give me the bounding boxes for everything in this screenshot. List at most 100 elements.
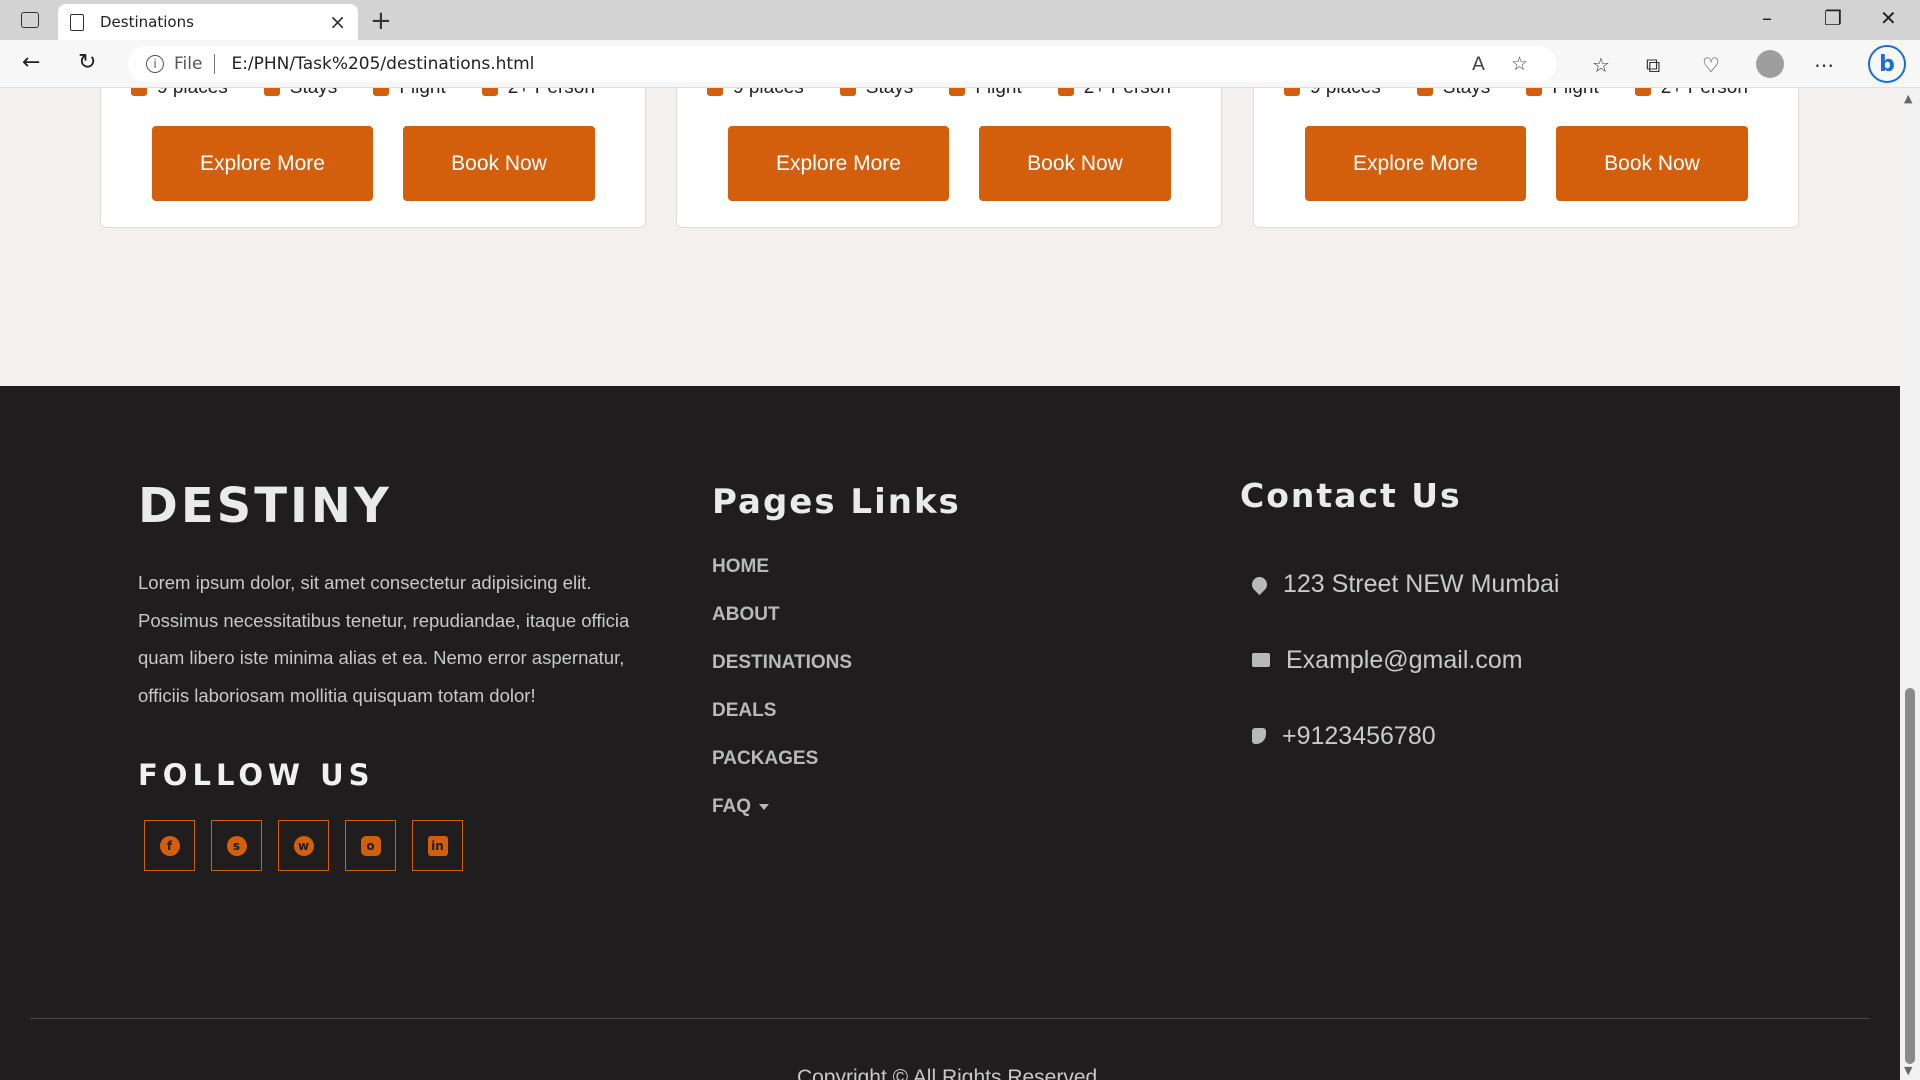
people-icon [1057,88,1074,96]
collections-icon[interactable]: ⧉ [1646,53,1660,77]
map-icon [707,88,723,96]
close-window-button[interactable]: ✕ [1880,6,1897,30]
scroll-up-arrow-icon[interactable]: ▲ [1904,92,1912,105]
destination-card: 9 places Stays Flight 2+ Person Explore … [1253,88,1799,228]
favorite-star-icon[interactable]: ☆ [1511,53,1528,75]
places-label: 9 places [1310,88,1381,99]
person-label: 2+ Person [508,88,595,99]
page-links-heading: Pages Links [712,482,961,522]
footer-link-about[interactable]: ABOUT [712,604,852,652]
scroll-down-arrow-icon[interactable]: ▼ [1904,1064,1912,1077]
stays-info: Stays [839,88,914,99]
explore-more-button[interactable]: Explore More [152,126,373,201]
snapchat-link[interactable]: s [211,820,262,871]
plane-icon [373,88,390,96]
destination-cards-section: 9 places Stays Flight 2+ Person Explore … [0,88,1900,386]
person-label: 2+ Person [1084,88,1171,99]
facebook-link[interactable]: f [144,820,195,871]
tab-title: Destinations [100,13,194,31]
page-icon [70,13,84,31]
book-now-button[interactable]: Book Now [979,126,1171,201]
whatsapp-link[interactable]: w [278,820,329,871]
profile-avatar[interactable] [1756,50,1784,78]
file-label: File [174,54,203,74]
envelope-icon [1252,653,1270,667]
flight-label: Flight [399,88,445,99]
flight-label: Flight [1552,88,1598,99]
stays-info: Stays [1416,88,1491,99]
card-meta: 9 places Stays Flight 2+ Person [707,88,1171,99]
site-info-icon[interactable]: i [146,55,164,73]
footer-divider [30,1018,1870,1019]
contact-address: 123 Street NEW Mumbai [1248,546,1560,622]
snapchat-icon: s [226,835,247,856]
footer-link-destinations[interactable]: DESTINATIONS [712,652,852,700]
copilot-icon[interactable]: b [1868,45,1906,83]
places-info: 9 places [707,88,804,99]
stays-label: Stays [290,88,338,99]
linkedin-link[interactable]: in [412,820,463,871]
stays-label: Stays [1443,88,1491,99]
tab-close-icon[interactable]: × [329,10,346,34]
places-label: 9 places [733,88,804,99]
browser-tab[interactable]: Destinations × [58,4,358,40]
explore-more-button[interactable]: Explore More [728,126,949,201]
page-viewport: 9 places Stays Flight 2+ Person Explore … [0,88,1900,1080]
footer-link-deals[interactable]: DEALS [712,700,852,748]
address-text: 123 Street NEW Mumbai [1283,569,1560,598]
card-meta: 9 places Stays Flight 2+ Person [1284,88,1748,99]
follow-us-heading: FOLLOW US [138,758,375,792]
email-text: Example@gmail.com [1286,645,1523,674]
stays-info: Stays [263,88,338,99]
book-now-button[interactable]: Book Now [403,126,595,201]
flight-label: Flight [975,88,1021,99]
book-now-button[interactable]: Book Now [1556,126,1748,201]
card-meta: 9 places Stays Flight 2+ Person [131,88,595,99]
minimize-button[interactable]: – [1762,6,1772,30]
people-icon [1634,88,1651,96]
read-aloud-icon[interactable]: A [1472,53,1485,75]
reload-icon[interactable]: ↻ [78,50,96,75]
whatsapp-icon: w [293,835,314,856]
footer-link-packages[interactable]: PACKAGES [712,748,852,796]
flight-info: Flight [1526,88,1599,99]
facebook-icon: f [159,835,180,856]
instagram-link[interactable]: o [345,820,396,871]
favorites-icon[interactable]: ☆ [1592,53,1610,77]
url-text[interactable]: E:/PHN/Task%205/destinations.html [231,54,534,74]
restore-button[interactable]: ❐ [1824,6,1842,30]
hotel-icon [263,88,280,96]
browser-essentials-icon[interactable]: ♡ [1702,53,1720,77]
location-pin-icon [1248,573,1271,595]
stays-label: Stays [866,88,914,99]
site-footer: DESTINY Lorem ipsum dolor, sit amet cons… [0,386,1900,1080]
more-menu-icon[interactable]: ⋯ [1814,53,1834,77]
phone-text: +9123456780 [1282,721,1436,750]
destination-card: 9 places Stays Flight 2+ Person Explore … [676,88,1222,228]
back-arrow-icon[interactable]: ← [22,50,40,75]
footer-link-faq[interactable]: FAQ [712,796,852,844]
phone-icon [1252,728,1266,744]
person-label: 2+ Person [1661,88,1748,99]
flight-info: Flight [373,88,446,99]
new-tab-button[interactable]: + [370,6,392,36]
tab-actions-icon[interactable] [18,8,42,32]
contact-us-heading: Contact Us [1240,476,1462,515]
linkedin-icon: in [427,835,448,856]
faq-label: FAQ [712,796,752,817]
social-links: f s w o in [144,820,463,871]
scrollbar-thumb[interactable] [1905,688,1915,1064]
person-info: 2+ Person [1057,88,1171,99]
footer-link-home[interactable]: HOME [712,556,852,604]
explore-more-button[interactable]: Explore More [1305,126,1526,201]
instagram-icon: o [360,835,381,856]
copyright-text: Copyright © All Rights Reserved. [796,1066,1104,1080]
page-scrollbar[interactable]: ▲ ▼ [1900,88,1920,1080]
footer-brand: DESTINY [138,478,392,534]
caret-down-icon [759,803,770,810]
address-bar[interactable]: i File E:/PHN/Task%205/destinations.html… [128,46,1556,82]
person-info: 2+ Person [481,88,595,99]
people-icon [481,88,498,96]
browser-tabstrip: Destinations × + – ❐ ✕ [0,0,1920,40]
flight-info: Flight [949,88,1022,99]
